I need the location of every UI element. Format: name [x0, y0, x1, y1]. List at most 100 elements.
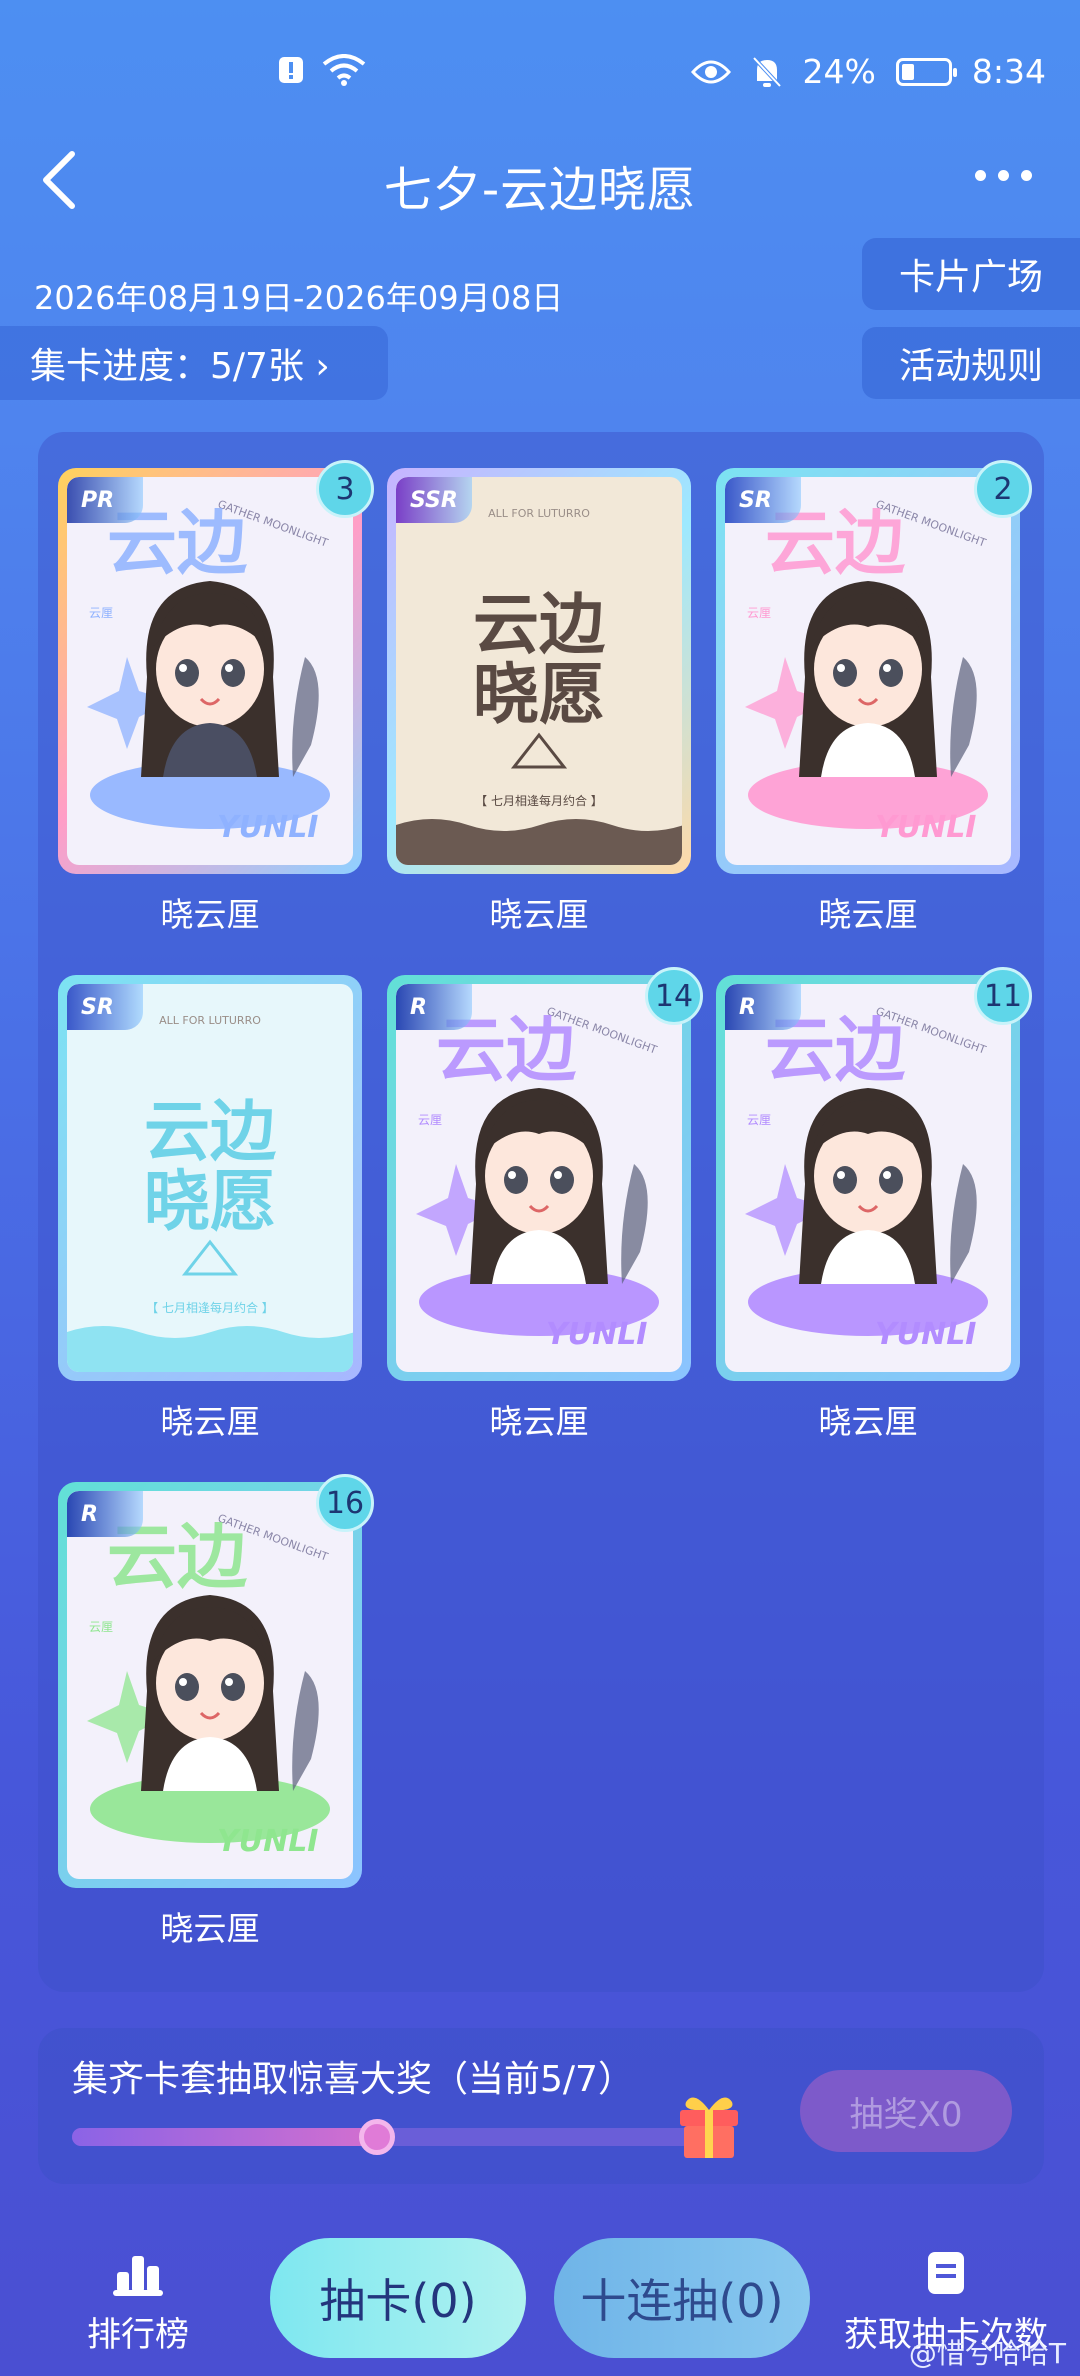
- ranking-nav[interactable]: 排行榜: [68, 2250, 208, 2356]
- card-logo-art: ALL FOR LUTURRO 云边 晓愿 【 七月相逢每月约合 】: [396, 507, 682, 865]
- triangle-ruler-icon: [510, 732, 568, 769]
- eye-highlight: [225, 1678, 233, 1686]
- eye-highlight: [883, 664, 891, 672]
- card-artwork: ALL FOR LUTURRO 云边 晓愿 【 七月相逢每月约合 】 SR: [67, 984, 353, 1372]
- character-eye-left: [504, 1166, 528, 1194]
- card-tag-text: 云厘: [418, 1113, 442, 1127]
- card-tag-text: 云厘: [89, 1620, 113, 1634]
- ranking-label: 排行榜: [87, 2315, 189, 2355]
- watermark: @惜兮哈哈T: [908, 2337, 1066, 2370]
- character-eye-left: [175, 659, 199, 687]
- card-brand-text: YUNLI: [875, 810, 976, 845]
- eye-highlight: [883, 1171, 891, 1179]
- reward-bar: 集齐卡套抽取惊喜大奖（当前5/7） 抽奖X0: [38, 2028, 1044, 2184]
- eye-highlight: [554, 1171, 562, 1179]
- character-eye-right: [879, 659, 903, 687]
- card-collection-panel: GATHER MOONLIGHT 云边 YUNLI 云厘 PR 3 晓云厘 ALL …: [38, 432, 1044, 1992]
- reward-progress-knob: [359, 2119, 396, 2155]
- card-plaza-button[interactable]: 卡片广场: [862, 238, 1080, 310]
- character-eye-left: [175, 1673, 199, 1701]
- eye-highlight: [179, 1678, 187, 1686]
- card-artwork: GATHER MOONLIGHT 云边 YUNLI 云厘 SR: [725, 477, 1011, 865]
- document-icon: [928, 2252, 964, 2294]
- feather-icon: [292, 657, 319, 777]
- card-count-badge: 14: [645, 967, 703, 1025]
- eye-highlight: [508, 1171, 516, 1179]
- eye-highlight: [837, 1171, 845, 1179]
- character-eye-left: [833, 659, 857, 687]
- card-wave-decoration: [67, 1326, 353, 1372]
- card-name: 晓云厘: [818, 1402, 918, 1441]
- card-logo-art: ALL FOR LUTURRO 云边 晓愿 【 七月相逢每月约合 】: [67, 1014, 353, 1372]
- reward-progress-fill: [72, 2128, 378, 2146]
- draw-ten-button[interactable]: 十连抽(0): [554, 2238, 810, 2358]
- card-brand-text: YUNLI: [546, 1317, 647, 1352]
- activity-rules-button[interactable]: 活动规则: [862, 327, 1080, 399]
- feather-icon: [621, 1164, 648, 1284]
- card-character-art: GATHER MOONLIGHT 云边 YUNLI 云厘: [745, 498, 988, 845]
- collection-card[interactable]: GATHER MOONLIGHT 云边 YUNLI 云厘 SR: [716, 468, 1020, 874]
- card-logo-line1: 云边: [144, 1093, 276, 1170]
- collection-card[interactable]: GATHER MOONLIGHT 云边 YUNLI 云厘 R: [58, 1482, 362, 1888]
- card-logo-line2: 晓愿: [144, 1163, 276, 1240]
- rarity-badge: R: [67, 1491, 143, 1537]
- rarity-badge: R: [396, 984, 472, 1030]
- card-brand-text: YUNLI: [217, 1824, 318, 1859]
- character-eye-right: [550, 1166, 574, 1194]
- collection-card[interactable]: GATHER MOONLIGHT 云边 YUNLI 云厘 R: [387, 975, 691, 1381]
- card-logo-line1: 云边: [473, 586, 605, 663]
- more-options-icon[interactable]: [975, 170, 1032, 181]
- mute-bell-icon: [752, 56, 781, 87]
- character-eye-right: [221, 659, 245, 687]
- card-artwork: GATHER MOONLIGHT 云边 YUNLI 云厘 PR: [67, 477, 353, 865]
- status-right: 24% 8:34: [690, 52, 1046, 91]
- card-character-art: GATHER MOONLIGHT 云边 YUNLI 云厘: [745, 1005, 988, 1352]
- reward-title: 集齐卡套抽取惊喜大奖（当前5/7）: [72, 2059, 634, 2100]
- battery-percent: 24%: [802, 52, 876, 91]
- card-character-art: GATHER MOONLIGHT 云边 YUNLI 云厘: [87, 498, 330, 845]
- card-logo-line2: 晓愿: [473, 656, 605, 733]
- battery-icon: [895, 57, 957, 86]
- clock: 8:34: [971, 52, 1046, 91]
- rarity-badge: SR: [725, 477, 801, 523]
- character-eye-left: [833, 1166, 857, 1194]
- card-brand-text: YUNLI: [217, 810, 318, 845]
- card-brand-text: YUNLI: [875, 1317, 976, 1352]
- ranking-icon: [113, 2256, 163, 2296]
- rarity-badge: PR: [67, 477, 143, 523]
- card-tag-text: 云厘: [747, 1113, 771, 1127]
- rarity-badge: SR: [67, 984, 143, 1030]
- page-title: 七夕-云边晓愿: [383, 162, 697, 218]
- card-count-badge: 11: [974, 967, 1032, 1025]
- rarity-badge: SSR: [396, 477, 472, 523]
- collection-card[interactable]: GATHER MOONLIGHT 云边 YUNLI 云厘 R: [716, 975, 1020, 1381]
- eye-icon: [690, 60, 731, 83]
- feather-icon: [950, 657, 977, 777]
- card-banner-text: 【 七月相逢每月约合 】: [146, 1300, 274, 1315]
- eye-highlight: [225, 664, 233, 672]
- card-name: 晓云厘: [489, 895, 589, 934]
- card-tag-text: 云厘: [747, 606, 771, 620]
- eye-highlight: [179, 664, 187, 672]
- alert-icon: [279, 57, 303, 83]
- card-top-text: ALL FOR LUTURRO: [488, 507, 590, 520]
- card-character-art: GATHER MOONLIGHT 云边 YUNLI 云厘: [87, 1512, 330, 1859]
- card-artwork: GATHER MOONLIGHT 云边 YUNLI 云厘 R: [67, 1491, 353, 1879]
- card-wave-decoration: [396, 819, 682, 865]
- lottery-button[interactable]: 抽奖X0: [800, 2070, 1012, 2152]
- feather-icon: [292, 1671, 319, 1791]
- collection-progress-button[interactable]: 集卡进度：5/7张 ›: [0, 326, 388, 400]
- card-count-badge: 3: [316, 460, 374, 518]
- collection-card[interactable]: ALL FOR LUTURRO 云边 晓愿 【 七月相逢每月约合 】 SSR: [387, 468, 691, 874]
- card-character-art: GATHER MOONLIGHT 云边 YUNLI 云厘: [416, 1005, 659, 1352]
- card-count-badge: 2: [974, 460, 1032, 518]
- triangle-ruler-icon: [181, 1239, 239, 1276]
- card-artwork: GATHER MOONLIGHT 云边 YUNLI 云厘 R: [725, 984, 1011, 1372]
- reward-progress-track: [72, 2119, 692, 2155]
- collection-card[interactable]: GATHER MOONLIGHT 云边 YUNLI 云厘 PR: [58, 468, 362, 874]
- draw-card-button[interactable]: 抽卡(0): [270, 2238, 526, 2358]
- eye-highlight: [837, 664, 845, 672]
- collection-card[interactable]: ALL FOR LUTURRO 云边 晓愿 【 七月相逢每月约合 】 SR: [58, 975, 362, 1381]
- card-name: 晓云厘: [818, 895, 918, 934]
- card-artwork: ALL FOR LUTURRO 云边 晓愿 【 七月相逢每月约合 】 SSR: [396, 477, 682, 865]
